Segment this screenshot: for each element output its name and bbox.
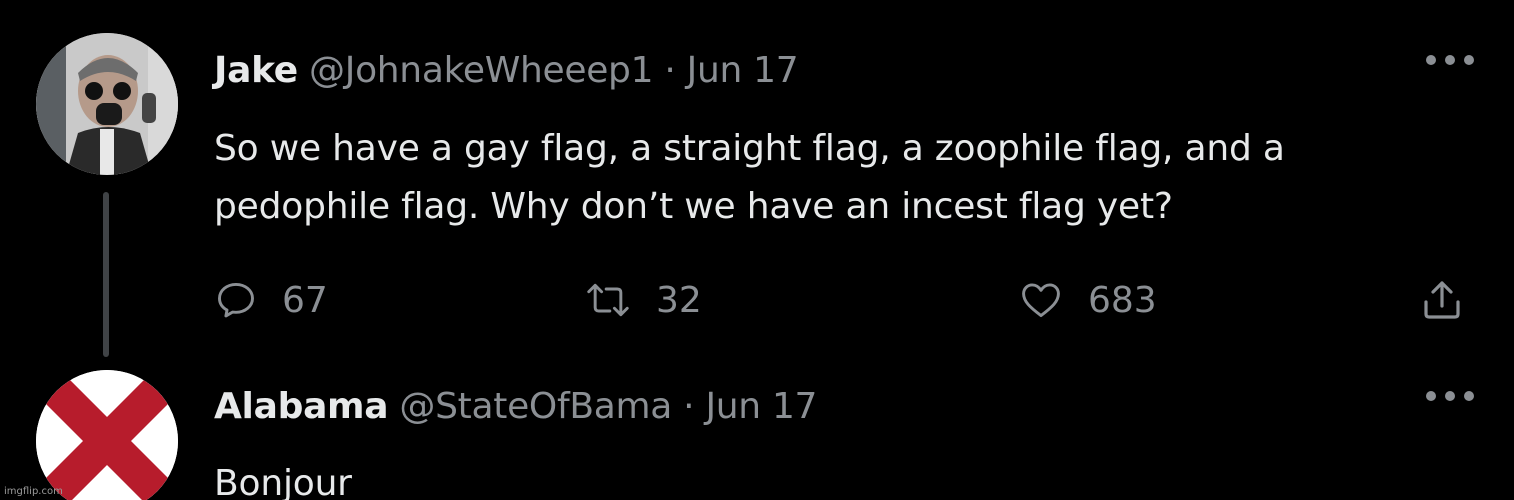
more-options-button[interactable] bbox=[1426, 50, 1474, 70]
retweet-count: 32 bbox=[656, 279, 702, 321]
more-dot bbox=[1464, 391, 1474, 401]
heart-icon bbox=[1022, 283, 1060, 318]
watermark: imgflip.com bbox=[4, 486, 63, 497]
share-button[interactable] bbox=[1418, 270, 1466, 330]
reply-button[interactable]: 67 bbox=[214, 270, 328, 330]
tweet-thread: Jake @JohnakeWheeep1 · Jun 17 So we have… bbox=[0, 0, 1514, 500]
more-options-button[interactable] bbox=[1426, 386, 1474, 406]
display-name[interactable]: Alabama bbox=[214, 386, 389, 427]
profile-photo-icon bbox=[36, 33, 178, 175]
user-handle[interactable]: @JohnakeWheeep1 bbox=[309, 50, 653, 91]
user-handle[interactable]: @StateOfBama bbox=[399, 386, 672, 427]
like-count: 683 bbox=[1088, 279, 1157, 321]
reply-count: 67 bbox=[282, 279, 328, 321]
more-dot bbox=[1445, 391, 1455, 401]
more-dot bbox=[1464, 55, 1474, 65]
share-icon bbox=[1424, 281, 1460, 319]
tweet-header: Alabama @StateOfBama · Jun 17 bbox=[214, 386, 817, 427]
tweet-date[interactable]: Jun 17 bbox=[687, 50, 799, 91]
tweet-actions: 67 32 683 bbox=[0, 270, 1514, 330]
avatar-jake[interactable] bbox=[36, 33, 178, 175]
tweet-date[interactable]: Jun 17 bbox=[705, 386, 817, 427]
tweet-header: Jake @JohnakeWheeep1 · Jun 17 bbox=[214, 50, 799, 91]
separator: · bbox=[672, 386, 706, 427]
retweet-button[interactable]: 32 bbox=[584, 270, 702, 330]
avatar-alabama[interactable] bbox=[36, 370, 178, 500]
more-horizontal-icon bbox=[1426, 55, 1436, 65]
display-name[interactable]: Jake bbox=[214, 50, 298, 91]
tweet-text: So we have a gay flag, a straight flag, … bbox=[214, 128, 1285, 227]
tweet-text: Bonjour bbox=[214, 463, 352, 500]
more-horizontal-icon bbox=[1426, 391, 1436, 401]
alabama-flag-icon bbox=[36, 370, 178, 500]
retweet-icon bbox=[587, 283, 629, 317]
separator: · bbox=[653, 50, 687, 91]
more-dot bbox=[1445, 55, 1455, 65]
like-button[interactable]: 683 bbox=[1018, 270, 1157, 330]
reply-icon bbox=[218, 282, 254, 318]
